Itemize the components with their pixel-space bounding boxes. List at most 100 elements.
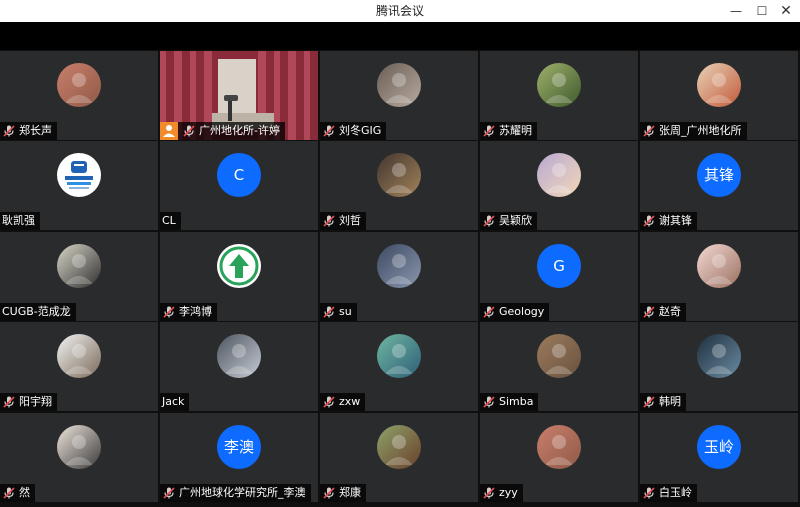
participant-name: 郑康: [339, 486, 361, 499]
mic-muted-icon[interactable]: [482, 395, 496, 409]
participant-namebar: CL: [160, 212, 181, 230]
participant-namebar: 白玉岭: [640, 484, 697, 502]
participant-tile[interactable]: 耿凯强: [0, 141, 158, 230]
participant-namebar: zxw: [320, 393, 366, 411]
participant-tile[interactable]: 郑康: [320, 413, 478, 502]
mic-muted-icon[interactable]: [642, 124, 656, 138]
avatar-photo: [697, 334, 741, 378]
mic-muted-icon[interactable]: [482, 486, 496, 500]
participant-namebar: Jack: [160, 393, 190, 411]
mic-muted-icon[interactable]: [2, 486, 16, 500]
avatar-initial: 玉岭: [697, 425, 741, 469]
participant-tile[interactable]: zxw: [320, 322, 478, 411]
avatar-photo: [377, 425, 421, 469]
participant-tile[interactable]: 阳宇翔: [0, 322, 158, 411]
participant-namebar: 郑康: [320, 484, 366, 502]
minimize-button[interactable]: —: [722, 0, 750, 22]
participant-tile[interactable]: zyy: [480, 413, 638, 502]
participant-namebar: 吴颖欣: [480, 212, 537, 230]
participant-tile[interactable]: 张周_广州地化所: [640, 51, 798, 140]
logo-avatar: [57, 153, 101, 197]
participant-namebar: su: [320, 303, 357, 321]
participant-tile[interactable]: G Geology: [480, 232, 638, 321]
mic-muted-icon[interactable]: [2, 124, 16, 138]
close-button[interactable]: ✕: [772, 0, 800, 22]
mic-muted-icon[interactable]: [162, 486, 176, 500]
participant-name: zyy: [499, 486, 518, 499]
participant-namebar: zyy: [480, 484, 523, 502]
mic-muted-icon[interactable]: [322, 214, 336, 228]
participant-namebar: 郑长声: [0, 122, 57, 140]
participant-tile[interactable]: Simba: [480, 322, 638, 411]
mic-muted-icon[interactable]: [482, 305, 496, 319]
mic-muted-icon[interactable]: [642, 214, 656, 228]
avatar-photo: [537, 63, 581, 107]
participant-name: 谢其锋: [659, 214, 692, 227]
participant-tile[interactable]: C CL: [160, 141, 318, 230]
mic-muted-icon[interactable]: [642, 395, 656, 409]
participant-grid: 郑长声 广州地化所-许婷 刘冬GIG 苏耀明 张周_广州地化所耿凯强 C CL 刘哲 吴颖欣 其锋…: [0, 50, 800, 507]
participant-namebar: 耿凯强: [0, 212, 40, 230]
participant-tile[interactable]: 刘哲: [320, 141, 478, 230]
participant-tile[interactable]: 玉岭白玉岭: [640, 413, 798, 502]
avatar-photo: [537, 334, 581, 378]
participant-name: 郑长声: [19, 124, 52, 137]
participant-name: 刘哲: [339, 214, 361, 227]
participant-namebar: 然: [0, 484, 35, 502]
avatar-photo: [697, 244, 741, 288]
mic-muted-icon[interactable]: [182, 124, 196, 138]
participant-name: 韩明: [659, 395, 681, 408]
participant-name: su: [339, 305, 352, 318]
participant-name: 李鸿博: [179, 305, 212, 318]
participant-namebar: 刘哲: [320, 212, 366, 230]
mic-muted-icon[interactable]: [162, 305, 176, 319]
participant-name: Jack: [162, 395, 185, 408]
mic-muted-icon[interactable]: [642, 486, 656, 500]
participant-tile[interactable]: 韩明: [640, 322, 798, 411]
participant-tile[interactable]: 赵奇: [640, 232, 798, 321]
participant-tile[interactable]: 刘冬GIG: [320, 51, 478, 140]
participant-tile[interactable]: 郑长声: [0, 51, 158, 140]
participant-tile[interactable]: su: [320, 232, 478, 321]
participant-tile[interactable]: 然: [0, 413, 158, 502]
participant-name: 广州地化所-许婷: [199, 124, 280, 137]
mic-muted-icon[interactable]: [322, 305, 336, 319]
avatar-photo: [377, 334, 421, 378]
mic-muted-icon[interactable]: [482, 124, 496, 138]
avatar-photo: [57, 425, 101, 469]
participant-tile[interactable]: 广州地化所-许婷: [160, 51, 318, 140]
avatar-photo: [377, 244, 421, 288]
participant-tile[interactable]: 李澳 广州地球化学研究所_李澳: [160, 413, 318, 502]
avatar-initial: 其锋: [697, 153, 741, 197]
mic-muted-icon[interactable]: [482, 214, 496, 228]
mic-muted-icon[interactable]: [2, 395, 16, 409]
participant-tile[interactable]: Jack: [160, 322, 318, 411]
participant-name: 阳宇翔: [19, 395, 52, 408]
participant-namebar: 阳宇翔: [0, 393, 57, 411]
participant-tile[interactable]: 吴颖欣: [480, 141, 638, 230]
participant-tile[interactable]: 其锋谢其锋: [640, 141, 798, 230]
participant-name: 耿凯强: [2, 214, 35, 227]
mic-muted-icon[interactable]: [642, 305, 656, 319]
mic-muted-icon[interactable]: [322, 486, 336, 500]
participant-tile[interactable]: 李鸿博: [160, 232, 318, 321]
participant-name: Simba: [499, 395, 534, 408]
participant-namebar: 谢其锋: [640, 212, 697, 230]
avatar-photo: [377, 153, 421, 197]
window-title: 腾讯会议: [375, 4, 424, 18]
participant-namebar: 赵奇: [640, 303, 686, 321]
participant-name: 赵奇: [659, 305, 681, 318]
participant-name: zxw: [339, 395, 361, 408]
avatar-photo: [217, 334, 261, 378]
participant-namebar: 广州地球化学研究所_李澳: [160, 484, 311, 502]
participant-name: 白玉岭: [659, 486, 692, 499]
participant-name: 张周_广州地化所: [659, 124, 742, 137]
participant-namebar: 韩明: [640, 393, 686, 411]
participant-namebar: 刘冬GIG: [320, 122, 387, 140]
mic-muted-icon[interactable]: [322, 395, 336, 409]
mic-muted-icon[interactable]: [322, 124, 336, 138]
participant-tile[interactable]: 苏耀明: [480, 51, 638, 140]
avatar-photo: [697, 63, 741, 107]
participant-tile[interactable]: CUGB-范成龙: [0, 232, 158, 321]
avatar-photo: [57, 334, 101, 378]
